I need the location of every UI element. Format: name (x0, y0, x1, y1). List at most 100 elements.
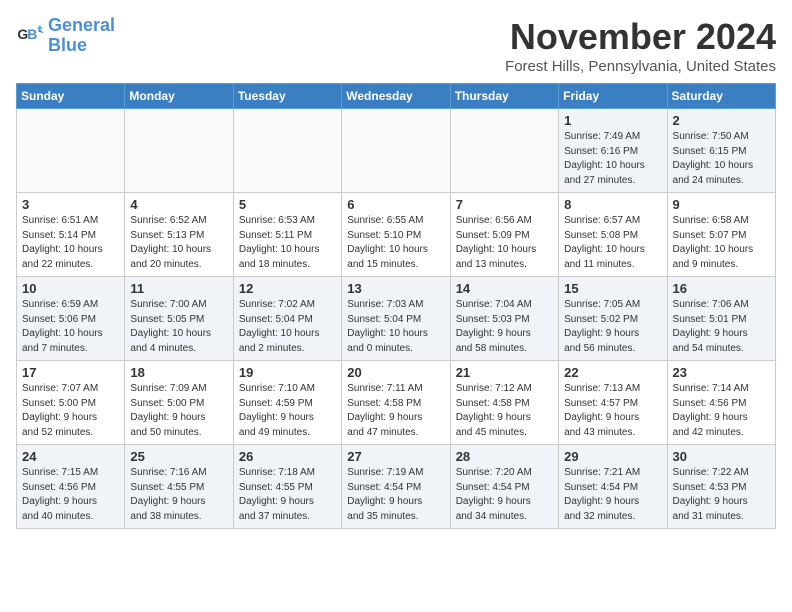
day-number: 5 (239, 197, 336, 212)
weekday-header-wednesday: Wednesday (342, 84, 450, 109)
day-info: Sunrise: 7:14 AM Sunset: 4:56 PM Dayligh… (673, 382, 770, 440)
calendar-cell: 2 Sunrise: 7:50 AM Sunset: 6:15 PM Daylig… (667, 109, 775, 193)
day-info: Sunrise: 7:49 AM Sunset: 6:16 PM Dayligh… (564, 130, 661, 188)
day-number: 13 (347, 281, 444, 296)
week-row-2: 3 Sunrise: 6:51 AM Sunset: 5:14 PM Daylig… (17, 193, 776, 277)
day-number: 10 (22, 281, 119, 296)
calendar-cell: 7 Sunrise: 6:56 AM Sunset: 5:09 PM Daylig… (450, 193, 558, 277)
day-number: 9 (673, 197, 770, 212)
title-area: November 2024 Forest Hills, Pennsylvania… (505, 16, 776, 75)
week-row-3: 10 Sunrise: 6:59 AM Sunset: 5:06 PM Dayli… (17, 277, 776, 361)
logo-text-line1: General (48, 16, 115, 36)
weekday-header-friday: Friday (559, 84, 667, 109)
day-number: 17 (22, 365, 119, 380)
calendar-cell: 22Sunrise: 7:13 AM Sunset: 4:57 PM Dayli… (559, 361, 667, 445)
day-info: Sunrise: 7:06 AM Sunset: 5:01 PM Dayligh… (673, 298, 770, 356)
calendar-cell: 1 Sunrise: 7:49 AM Sunset: 6:16 PM Daylig… (559, 109, 667, 193)
weekday-header-sunday: Sunday (17, 84, 125, 109)
calendar-cell (342, 109, 450, 193)
day-info: Sunrise: 6:59 AM Sunset: 5:06 PM Dayligh… (22, 298, 119, 356)
day-info: Sunrise: 7:05 AM Sunset: 5:02 PM Dayligh… (564, 298, 661, 356)
calendar-cell: 25Sunrise: 7:16 AM Sunset: 4:55 PM Dayli… (125, 445, 233, 529)
day-info: Sunrise: 7:10 AM Sunset: 4:59 PM Dayligh… (239, 382, 336, 440)
day-info: Sunrise: 6:58 AM Sunset: 5:07 PM Dayligh… (673, 214, 770, 272)
day-info: Sunrise: 6:53 AM Sunset: 5:11 PM Dayligh… (239, 214, 336, 272)
day-number: 11 (130, 281, 227, 296)
day-number: 1 (564, 113, 661, 128)
day-number: 18 (130, 365, 227, 380)
calendar-cell: 28Sunrise: 7:20 AM Sunset: 4:54 PM Dayli… (450, 445, 558, 529)
calendar-cell: 27Sunrise: 7:19 AM Sunset: 4:54 PM Dayli… (342, 445, 450, 529)
calendar-cell (125, 109, 233, 193)
day-info: Sunrise: 6:56 AM Sunset: 5:09 PM Dayligh… (456, 214, 553, 272)
calendar-cell: 10 Sunrise: 6:59 AM Sunset: 5:06 PM Dayli… (17, 277, 125, 361)
day-info: Sunrise: 6:57 AM Sunset: 5:08 PM Dayligh… (564, 214, 661, 272)
calendar-cell: 30Sunrise: 7:22 AM Sunset: 4:53 PM Dayli… (667, 445, 775, 529)
day-info: Sunrise: 7:50 AM Sunset: 6:15 PM Dayligh… (673, 130, 770, 188)
day-info: Sunrise: 7:07 AM Sunset: 5:00 PM Dayligh… (22, 382, 119, 440)
calendar-cell: 14 Sunrise: 7:04 AM Sunset: 5:03 PM Dayli… (450, 277, 558, 361)
logo-text-line2: Blue (48, 36, 115, 56)
day-info: Sunrise: 7:04 AM Sunset: 5:03 PM Dayligh… (456, 298, 553, 356)
calendar-cell: 15 Sunrise: 7:05 AM Sunset: 5:02 PM Dayli… (559, 277, 667, 361)
day-info: Sunrise: 7:16 AM Sunset: 4:55 PM Dayligh… (130, 466, 227, 524)
day-info: Sunrise: 7:11 AM Sunset: 4:58 PM Dayligh… (347, 382, 444, 440)
day-info: Sunrise: 7:09 AM Sunset: 5:00 PM Dayligh… (130, 382, 227, 440)
day-number: 12 (239, 281, 336, 296)
svg-text:B: B (27, 26, 37, 42)
week-row-4: 17 Sunrise: 7:07 AM Sunset: 5:00 PM Dayli… (17, 361, 776, 445)
day-info: Sunrise: 7:19 AM Sunset: 4:54 PM Dayligh… (347, 466, 444, 524)
calendar-cell: 24 Sunrise: 7:15 AM Sunset: 4:56 PM Dayli… (17, 445, 125, 529)
calendar-cell: 23 Sunrise: 7:14 AM Sunset: 4:56 PM Dayli… (667, 361, 775, 445)
logo-icon: G B (16, 22, 44, 50)
calendar-cell: 12 Sunrise: 7:02 AM Sunset: 5:04 PM Dayli… (233, 277, 341, 361)
calendar-cell (450, 109, 558, 193)
day-number: 19 (239, 365, 336, 380)
week-row-1: 1 Sunrise: 7:49 AM Sunset: 6:16 PM Daylig… (17, 109, 776, 193)
day-info: Sunrise: 7:18 AM Sunset: 4:55 PM Dayligh… (239, 466, 336, 524)
day-info: Sunrise: 6:55 AM Sunset: 5:10 PM Dayligh… (347, 214, 444, 272)
weekday-header-monday: Monday (125, 84, 233, 109)
day-info: Sunrise: 7:20 AM Sunset: 4:54 PM Dayligh… (456, 466, 553, 524)
calendar-cell: 18 Sunrise: 7:09 AM Sunset: 5:00 PM Dayli… (125, 361, 233, 445)
day-number: 7 (456, 197, 553, 212)
day-number: 21 (456, 365, 553, 380)
day-info: Sunrise: 7:22 AM Sunset: 4:53 PM Dayligh… (673, 466, 770, 524)
day-number: 20 (347, 365, 444, 380)
day-info: Sunrise: 7:00 AM Sunset: 5:05 PM Dayligh… (130, 298, 227, 356)
calendar-cell: 3 Sunrise: 6:51 AM Sunset: 5:14 PM Daylig… (17, 193, 125, 277)
calendar-cell (233, 109, 341, 193)
calendar-cell: 21 Sunrise: 7:12 AM Sunset: 4:58 PM Dayli… (450, 361, 558, 445)
day-info: Sunrise: 7:02 AM Sunset: 5:04 PM Dayligh… (239, 298, 336, 356)
calendar-cell: 29Sunrise: 7:21 AM Sunset: 4:54 PM Dayli… (559, 445, 667, 529)
weekday-header-tuesday: Tuesday (233, 84, 341, 109)
day-info: Sunrise: 7:15 AM Sunset: 4:56 PM Dayligh… (22, 466, 119, 524)
day-number: 2 (673, 113, 770, 128)
calendar-cell: 13 Sunrise: 7:03 AM Sunset: 5:04 PM Dayli… (342, 277, 450, 361)
day-number: 14 (456, 281, 553, 296)
day-number: 3 (22, 197, 119, 212)
day-number: 16 (673, 281, 770, 296)
week-row-5: 24 Sunrise: 7:15 AM Sunset: 4:56 PM Dayli… (17, 445, 776, 529)
calendar-cell: 6 Sunrise: 6:55 AM Sunset: 5:10 PM Daylig… (342, 193, 450, 277)
day-number: 24 (22, 449, 119, 464)
day-info: Sunrise: 7:03 AM Sunset: 5:04 PM Dayligh… (347, 298, 444, 356)
calendar-cell: 4Sunrise: 6:52 AM Sunset: 5:13 PM Daylig… (125, 193, 233, 277)
calendar-cell: 11 Sunrise: 7:00 AM Sunset: 5:05 PM Dayli… (125, 277, 233, 361)
calendar-cell: 26 Sunrise: 7:18 AM Sunset: 4:55 PM Dayli… (233, 445, 341, 529)
calendar-cell: 9 Sunrise: 6:58 AM Sunset: 5:07 PM Daylig… (667, 193, 775, 277)
weekday-header-thursday: Thursday (450, 84, 558, 109)
day-info: Sunrise: 6:51 AM Sunset: 5:14 PM Dayligh… (22, 214, 119, 272)
calendar-cell: 20 Sunrise: 7:11 AM Sunset: 4:58 PM Dayli… (342, 361, 450, 445)
day-info: Sunrise: 7:12 AM Sunset: 4:58 PM Dayligh… (456, 382, 553, 440)
header: G B General Blue November 2024 Forest Hi… (16, 16, 776, 75)
weekday-header-row: SundayMondayTuesdayWednesdayThursdayFrid… (17, 84, 776, 109)
day-number: 15 (564, 281, 661, 296)
day-number: 26 (239, 449, 336, 464)
day-info: Sunrise: 7:21 AM Sunset: 4:54 PM Dayligh… (564, 466, 661, 524)
location-title: Forest Hills, Pennsylvania, United State… (505, 58, 776, 75)
day-number: 6 (347, 197, 444, 212)
calendar-cell: 5 Sunrise: 6:53 AM Sunset: 5:11 PM Daylig… (233, 193, 341, 277)
day-number: 23 (673, 365, 770, 380)
day-number: 8 (564, 197, 661, 212)
